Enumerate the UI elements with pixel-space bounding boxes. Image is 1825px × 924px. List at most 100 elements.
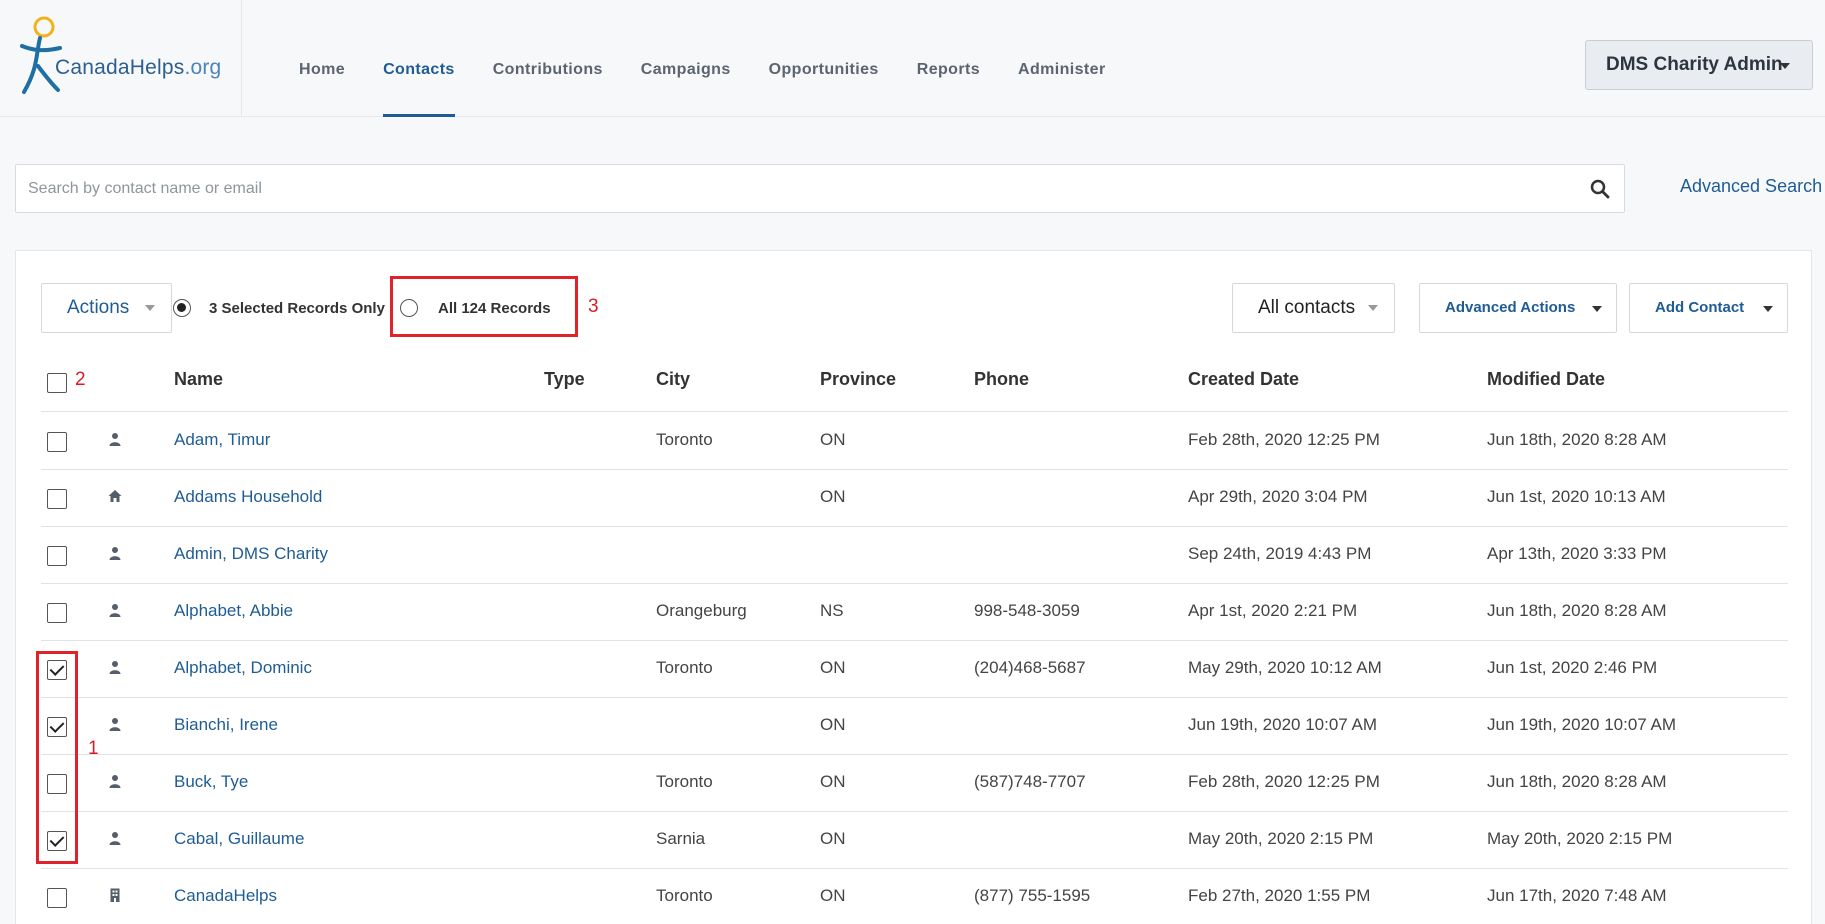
- actions-label: Actions: [67, 297, 130, 318]
- user-menu-button[interactable]: DMS Charity Admin: [1585, 40, 1813, 90]
- building-icon: [110, 888, 120, 902]
- cell-created: Feb 28th, 2020 12:25 PM: [1188, 430, 1380, 449]
- caret-down-icon: [1368, 304, 1379, 311]
- table-row: Alphabet, Abbie Orangeburg NS 998-548-30…: [16, 583, 1813, 640]
- cell-created: May 20th, 2020 2:15 PM: [1188, 829, 1374, 848]
- cell-city: Sarnia: [656, 829, 706, 848]
- caret-down-icon: [1763, 306, 1773, 312]
- person-icon: [109, 433, 121, 446]
- header-type[interactable]: Type: [544, 369, 585, 390]
- selected-records-radio[interactable]: [173, 299, 191, 317]
- cell-province: ON: [820, 658, 846, 677]
- advanced-search-link[interactable]: Advanced Search: [1680, 176, 1822, 197]
- nav-campaigns[interactable]: Campaigns: [622, 0, 750, 117]
- row-checkbox[interactable]: [47, 489, 67, 509]
- contact-name-link[interactable]: Bianchi, Irene: [174, 715, 278, 735]
- cell-created: May 29th, 2020 10:12 AM: [1188, 658, 1382, 677]
- table-row: Addams Household ON Apr 29th, 2020 3:04 …: [16, 469, 1813, 526]
- row-checkbox[interactable]: [47, 432, 67, 452]
- nav-contacts[interactable]: Contacts: [364, 0, 474, 117]
- cell-created: Feb 27th, 2020 1:55 PM: [1188, 886, 1371, 905]
- nav-administer[interactable]: Administer: [999, 0, 1125, 117]
- logo-text: CanadaHelps.org: [55, 56, 222, 79]
- advanced-actions-label: Advanced Actions: [1445, 299, 1576, 316]
- advanced-actions-button[interactable]: Advanced Actions: [1419, 283, 1617, 333]
- cell-created: Feb 28th, 2020 12:25 PM: [1188, 772, 1380, 791]
- cell-province: NS: [820, 601, 844, 620]
- cell-modified: Jun 17th, 2020 7:48 AM: [1487, 886, 1667, 905]
- cell-city: Toronto: [656, 658, 713, 677]
- search-icon[interactable]: [1590, 179, 1610, 199]
- actions-button[interactable]: Actions: [41, 283, 172, 333]
- annotation-label-2: 2: [75, 369, 86, 390]
- user-menu-label: DMS Charity Admin: [1606, 54, 1783, 75]
- cell-modified: Jun 18th, 2020 8:28 AM: [1487, 772, 1667, 791]
- table-row: Admin, DMS Charity Sep 24th, 2019 4:43 P…: [16, 526, 1813, 583]
- person-icon: [109, 547, 121, 560]
- cell-modified: Jun 18th, 2020 8:28 AM: [1487, 430, 1667, 449]
- header-name[interactable]: Name: [174, 369, 223, 390]
- nav-reports[interactable]: Reports: [898, 0, 999, 117]
- contact-name-link[interactable]: Admin, DMS Charity: [174, 544, 328, 564]
- cell-phone: (204)468-5687: [974, 658, 1086, 677]
- contact-name-link[interactable]: Cabal, Guillaume: [174, 829, 304, 849]
- cell-province: ON: [820, 430, 846, 449]
- caret-down-icon: [1592, 306, 1602, 312]
- annotation-box-1: [36, 651, 78, 864]
- cell-created: Apr 1st, 2020 2:21 PM: [1188, 601, 1358, 620]
- cell-city: Toronto: [656, 886, 713, 905]
- cell-province: ON: [820, 829, 846, 848]
- nav-home[interactable]: Home: [280, 0, 364, 117]
- search-input[interactable]: [28, 165, 1558, 212]
- header-created-date[interactable]: Created Date: [1188, 369, 1299, 390]
- header-province[interactable]: Province: [820, 369, 896, 390]
- contacts-panel: Actions 3 Selected Records Only All 124 …: [15, 250, 1812, 924]
- contact-name-link[interactable]: Alphabet, Dominic: [174, 658, 312, 678]
- select-all-checkbox[interactable]: [47, 373, 67, 393]
- cell-phone: 998-548-3059: [974, 601, 1080, 620]
- person-icon: [109, 775, 121, 788]
- contact-name-link[interactable]: CanadaHelps: [174, 886, 277, 906]
- home-icon: [108, 490, 122, 502]
- header-modified-date[interactable]: Modified Date: [1487, 369, 1605, 390]
- person-icon: [109, 604, 121, 617]
- cell-city: Toronto: [656, 772, 713, 791]
- header-city[interactable]: City: [656, 369, 690, 390]
- cell-modified: Jun 1st, 2020 2:46 PM: [1487, 658, 1658, 677]
- cell-province: ON: [820, 715, 846, 734]
- top-bar: CanadaHelps.org Home Contacts Contributi…: [0, 0, 1825, 117]
- caret-down-icon: [1780, 63, 1790, 69]
- add-contact-label: Add Contact: [1655, 299, 1745, 316]
- nav-opportunities[interactable]: Opportunities: [750, 0, 898, 117]
- contact-filter-dropdown[interactable]: All contacts: [1232, 283, 1395, 333]
- contact-filter-label: All contacts: [1258, 297, 1356, 318]
- selected-records-label: 3 Selected Records Only: [209, 300, 385, 317]
- table-row: Bianchi, Irene ON Jun 19th, 2020 10:07 A…: [16, 697, 1813, 754]
- table-row: CanadaHelps Toronto ON (877) 755-1595 Fe…: [16, 868, 1813, 924]
- search-bar: [15, 164, 1625, 213]
- header-phone[interactable]: Phone: [974, 369, 1029, 390]
- caret-down-icon: [144, 304, 155, 311]
- nav-contributions[interactable]: Contributions: [474, 0, 622, 117]
- contact-name-link[interactable]: Buck, Tye: [174, 772, 248, 792]
- person-icon: [109, 832, 121, 845]
- logo[interactable]: CanadaHelps.org: [0, 0, 242, 117]
- main-nav: Home Contacts Contributions Campaigns Op…: [280, 0, 1125, 117]
- add-contact-button[interactable]: Add Contact: [1629, 283, 1788, 333]
- table-row: Cabal, Guillaume Sarnia ON May 20th, 202…: [16, 811, 1813, 868]
- cell-created: Jun 19th, 2020 10:07 AM: [1188, 715, 1378, 734]
- contact-name-link[interactable]: Adam, Timur: [174, 430, 270, 450]
- cell-modified: Apr 13th, 2020 3:33 PM: [1487, 544, 1667, 563]
- row-checkbox[interactable]: [47, 888, 67, 908]
- contact-name-link[interactable]: Alphabet, Abbie: [174, 601, 293, 621]
- cell-city: Toronto: [656, 430, 713, 449]
- table-row: Buck, Tye Toronto ON (587)748-7707 Feb 2…: [16, 754, 1813, 811]
- row-checkbox[interactable]: [47, 603, 67, 623]
- annotation-label-3: 3: [588, 296, 599, 317]
- annotation-label-1: 1: [88, 738, 99, 759]
- cell-modified: Jun 1st, 2020 10:13 AM: [1487, 487, 1666, 506]
- cell-created: Apr 29th, 2020 3:04 PM: [1188, 487, 1368, 506]
- table-row: Alphabet, Dominic Toronto ON (204)468-56…: [16, 640, 1813, 697]
- row-checkbox[interactable]: [47, 546, 67, 566]
- contact-name-link[interactable]: Addams Household: [174, 487, 322, 507]
